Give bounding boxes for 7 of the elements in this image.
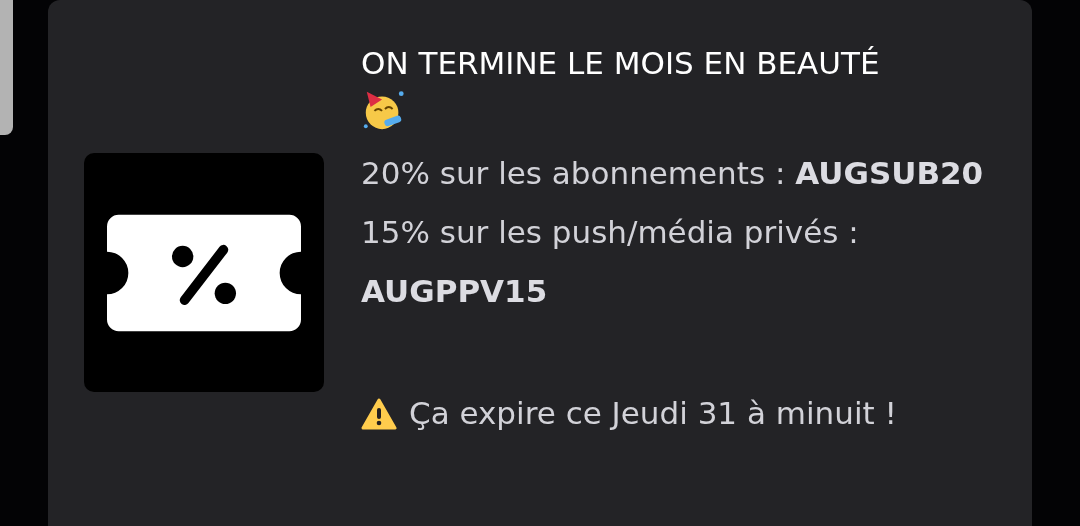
- offer-text: 15% sur les push/média privés : AUGPPV15: [361, 213, 860, 311]
- ticket-percent-icon: [107, 212, 301, 333]
- expiry-text: Ça expire ce Jeudi 31 à minuit !: [409, 394, 897, 433]
- scrollbar-thumb[interactable]: [0, 0, 13, 135]
- warning-icon: [361, 397, 397, 430]
- offer-text: 20% sur les abonnements : AUGSUB20: [361, 154, 985, 193]
- promo-title: ON TERMINE LE MOIS EN BEAUTÉ: [361, 44, 881, 83]
